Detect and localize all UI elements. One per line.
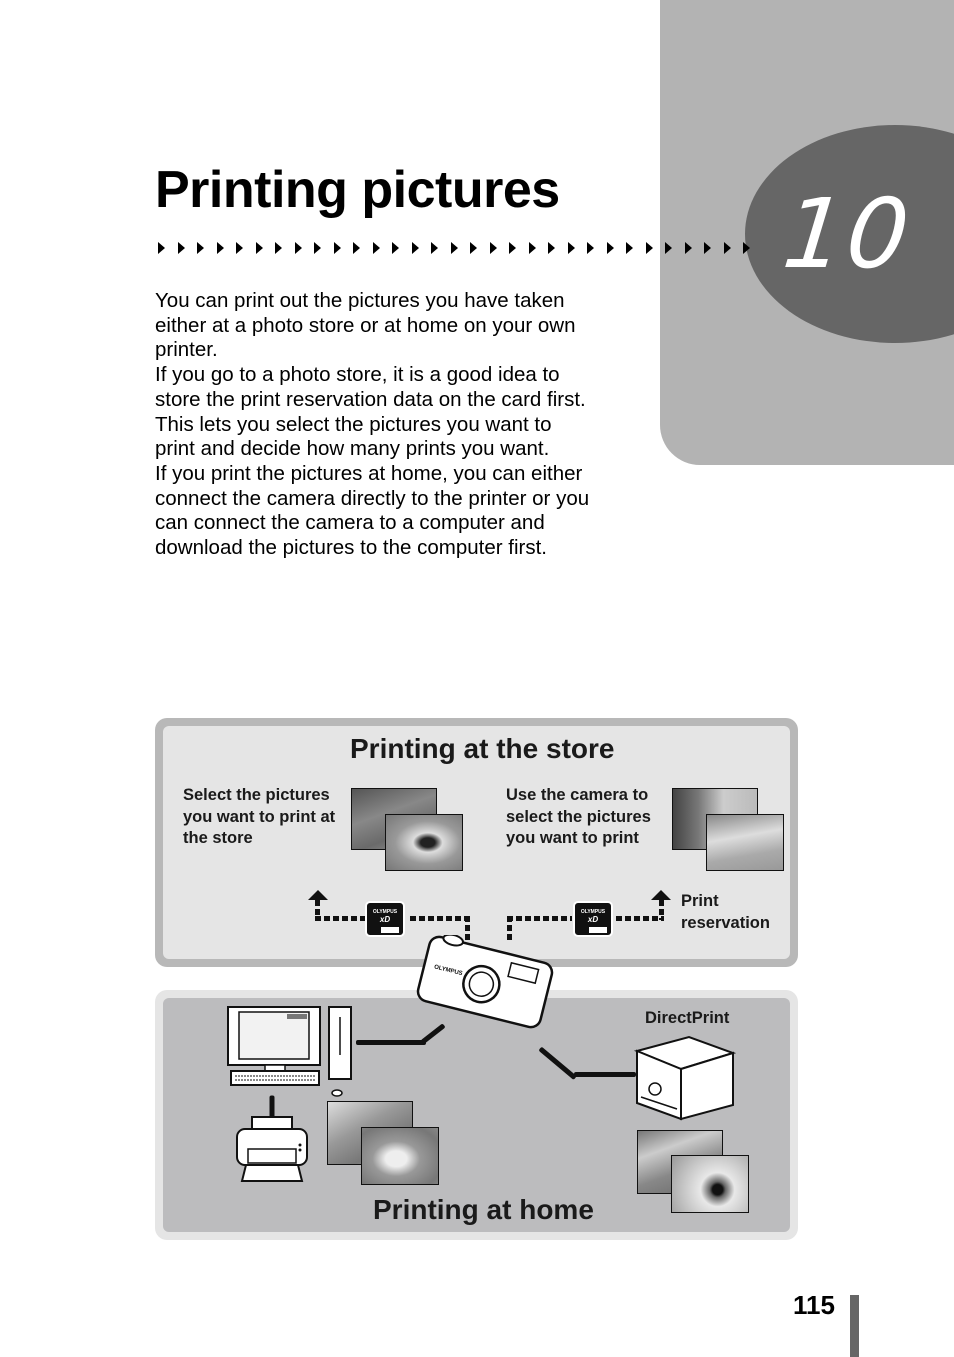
arrow-divider bbox=[158, 242, 763, 254]
flow-line bbox=[507, 916, 572, 921]
arrow-bullet-icon bbox=[450, 242, 458, 254]
arrow-bullet-icon bbox=[606, 242, 614, 254]
arrow-bullet-icon bbox=[392, 242, 399, 254]
arrow-bullet-icon bbox=[372, 242, 380, 254]
xd-card-icon: OLYMPUS xD bbox=[365, 901, 405, 937]
usb-cable bbox=[356, 1040, 426, 1045]
arrow-bullet-icon bbox=[158, 242, 165, 254]
usb-cable bbox=[574, 1072, 636, 1077]
arrow-bullet-icon bbox=[548, 242, 555, 254]
arrow-bullet-icon bbox=[255, 242, 263, 254]
intro-paragraph: If you print the pictures at home, you c… bbox=[155, 461, 590, 560]
photo-surfer bbox=[385, 814, 463, 871]
directprint-label: DirectPrint bbox=[645, 1009, 730, 1027]
camera-icon: OLYMPUS bbox=[416, 935, 554, 1029]
flow-line bbox=[315, 916, 365, 921]
photo-dog-2 bbox=[361, 1127, 439, 1185]
upload-arrow-icon bbox=[651, 890, 671, 900]
flow-line bbox=[410, 916, 470, 921]
photo-children bbox=[706, 814, 784, 871]
photo-flower bbox=[671, 1155, 749, 1213]
direct-print-printer-icon bbox=[633, 1035, 737, 1121]
arrow-bullet-icon bbox=[645, 242, 653, 254]
arrow-bullet-icon bbox=[216, 242, 224, 254]
arrow-bullet-icon bbox=[294, 242, 302, 254]
arrow-bullet-icon bbox=[704, 242, 711, 254]
upload-arrow-icon bbox=[308, 890, 328, 900]
arrow-bullet-icon bbox=[236, 242, 243, 254]
arrow-bullet-icon bbox=[723, 242, 731, 254]
chapter-number: 10 bbox=[778, 178, 917, 290]
arrow-bullet-icon bbox=[587, 242, 594, 254]
arrow-bullet-icon bbox=[197, 242, 204, 254]
arrow-bullet-icon bbox=[665, 242, 672, 254]
computer-icon bbox=[227, 1006, 352, 1097]
arrow-bullet-icon bbox=[411, 242, 419, 254]
xd-card-icon: OLYMPUS xD bbox=[573, 901, 613, 937]
arrow-bullet-icon bbox=[353, 242, 360, 254]
arrow-bullet-icon bbox=[684, 242, 692, 254]
arrow-bullet-icon bbox=[743, 242, 750, 254]
intro-paragraph: If you go to a photo store, it is a good… bbox=[155, 363, 586, 461]
arrow-bullet-icon bbox=[509, 242, 516, 254]
arrow-bullet-icon bbox=[528, 242, 536, 254]
flow-line bbox=[659, 900, 664, 920]
print-reservation-label: Print reservation bbox=[681, 892, 770, 932]
intro-text: You can print out the pictures you have … bbox=[155, 289, 595, 561]
arrow-bullet-icon bbox=[470, 242, 477, 254]
printer-icon bbox=[236, 1116, 308, 1182]
arrow-bullet-icon bbox=[177, 242, 185, 254]
flow-line bbox=[616, 916, 664, 921]
arrow-bullet-icon bbox=[431, 242, 438, 254]
arrow-bullet-icon bbox=[314, 242, 321, 254]
arrow-bullet-icon bbox=[333, 242, 341, 254]
store-left-caption: Select the pictures you want to print at… bbox=[183, 786, 336, 847]
arrow-bullet-icon bbox=[489, 242, 497, 254]
home-title: Printing at home bbox=[373, 1194, 594, 1225]
store-right-caption: Use the camera to select the pictures yo… bbox=[506, 786, 651, 847]
arrow-bullet-icon bbox=[626, 242, 633, 254]
page-marker-bar bbox=[850, 1295, 859, 1357]
arrow-bullet-icon bbox=[275, 242, 282, 254]
page-title: Printing pictures bbox=[155, 161, 560, 219]
intro-paragraph: You can print out the pictures you have … bbox=[155, 289, 576, 362]
arrow-bullet-icon bbox=[567, 242, 575, 254]
page-number: 115 bbox=[793, 1290, 835, 1320]
store-title: Printing at the store bbox=[350, 733, 615, 764]
